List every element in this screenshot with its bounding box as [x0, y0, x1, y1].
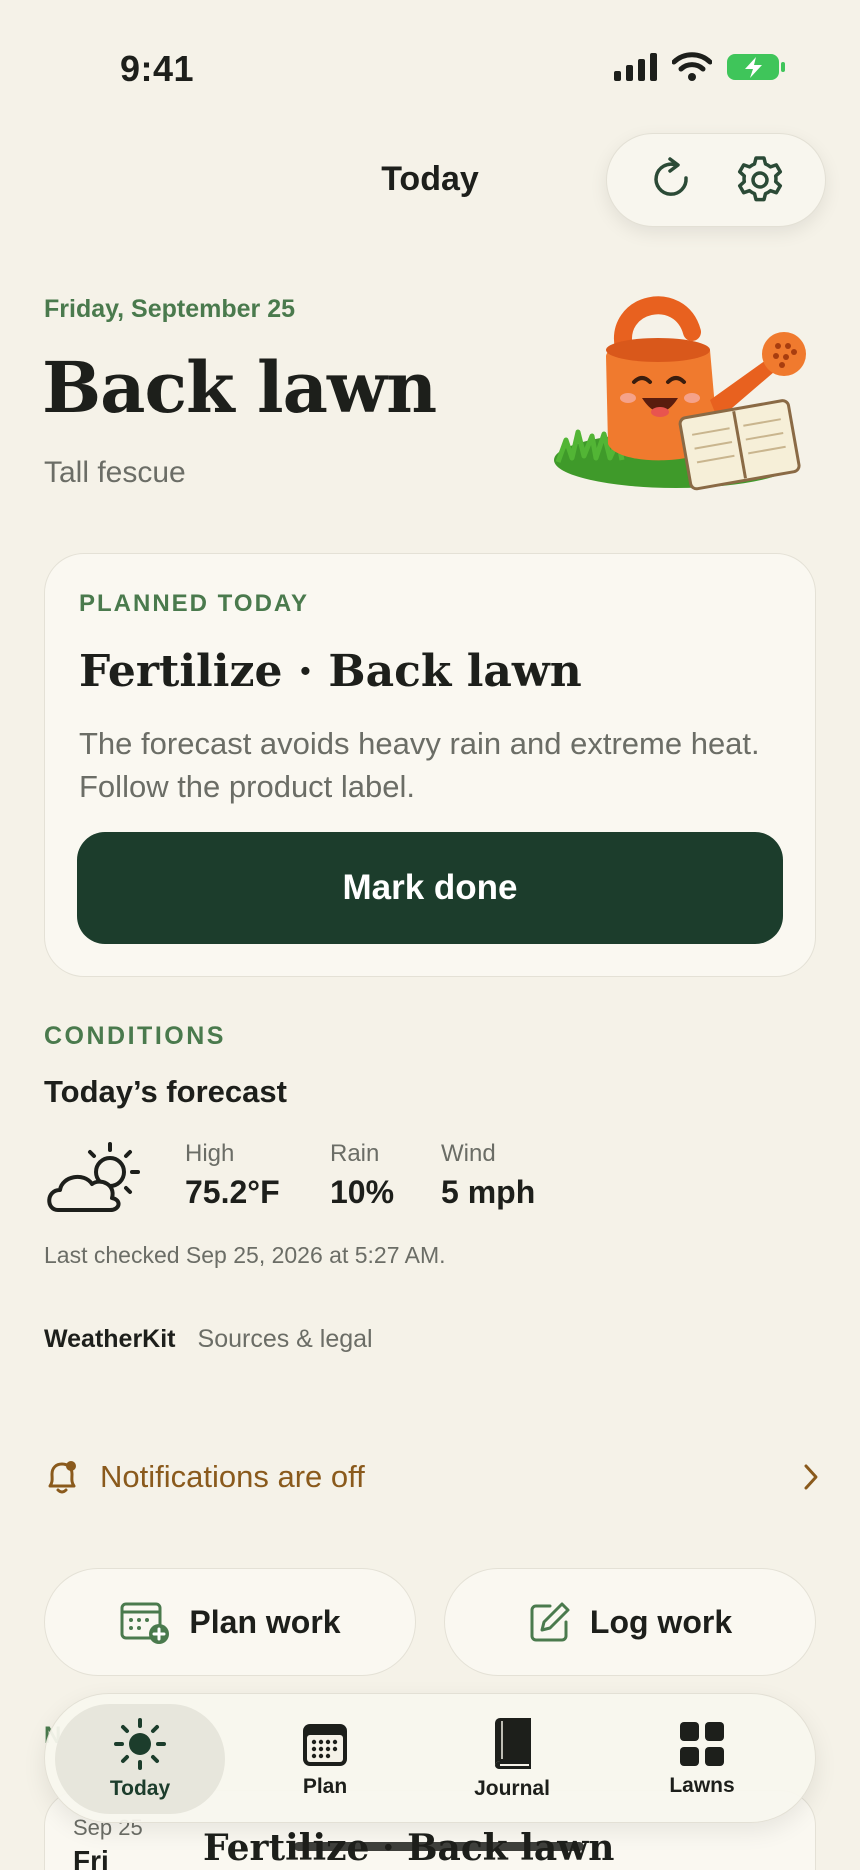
- tab-label: Plan: [302, 1775, 348, 1798]
- settings-button[interactable]: [732, 152, 788, 208]
- planned-task-title: Fertilize · Back lawn: [79, 646, 582, 697]
- watering-can-mascot: [554, 296, 806, 491]
- tab-plan[interactable]: Plan: [240, 1704, 410, 1814]
- wifi-icon: [672, 52, 712, 81]
- planned-today-card: PLANNED TODAY Fertilize · Back lawn The …: [44, 553, 816, 977]
- sources-legal-link[interactable]: Sources & legal: [198, 1325, 373, 1354]
- gear-icon: [737, 156, 782, 202]
- date-label: Friday, September 25: [44, 295, 296, 323]
- plan-work-button[interactable]: Plan work: [44, 1568, 416, 1676]
- edit-note-icon: [530, 1602, 570, 1642]
- metric-label: Wind: [441, 1140, 496, 1167]
- notifications-text: Notifications are off: [100, 1459, 365, 1494]
- tab-journal[interactable]: Journal: [427, 1704, 597, 1814]
- nav-actions: [606, 133, 826, 227]
- partly-cloudy-icon: [47, 1142, 140, 1212]
- weatherkit-label: WeatherKit: [44, 1325, 176, 1353]
- lawn-name: Back lawn: [42, 346, 437, 429]
- tab-label: Journal: [474, 1777, 550, 1800]
- calendar-add-icon: [120, 1602, 170, 1644]
- tab-lawns[interactable]: Lawns: [617, 1704, 787, 1814]
- tab-label: Today: [109, 1777, 171, 1800]
- metric-high: High 75.2°F: [185, 1140, 280, 1211]
- battery-charging-icon: [727, 54, 785, 80]
- bell-badge-icon: [48, 1461, 76, 1494]
- grid-icon: [680, 1722, 724, 1766]
- metric-label: High: [185, 1140, 235, 1167]
- status-bar: 9:41: [0, 0, 860, 130]
- mark-done-button[interactable]: Mark done: [77, 832, 783, 944]
- metric-wind: Wind 5 mph: [441, 1140, 535, 1211]
- home-indicator: [294, 1842, 584, 1851]
- grass-type: Tall fescue: [44, 456, 186, 489]
- sun-icon: [114, 1718, 166, 1770]
- plan-work-label: Plan work: [189, 1603, 341, 1640]
- last-checked-text: Last checked Sep 25, 2026 at 5:27 AM.: [44, 1242, 446, 1268]
- cellular-signal-icon: [614, 53, 657, 81]
- refresh-button[interactable]: [645, 152, 701, 208]
- metric-label: Rain: [330, 1140, 380, 1167]
- metric-value: 75.2°F: [185, 1174, 280, 1210]
- tab-label: Lawns: [669, 1774, 735, 1797]
- tab-today[interactable]: Today: [55, 1704, 225, 1814]
- planned-task-description: The forecast avoids heavy rain and extre…: [79, 726, 760, 804]
- status-time: 9:41: [120, 48, 195, 89]
- refresh-icon: [653, 157, 688, 196]
- metric-rain: Rain 10%: [330, 1140, 394, 1211]
- planned-eyebrow: PLANNED TODAY: [79, 590, 310, 617]
- notifications-off-row[interactable]: Notifications are off: [44, 1452, 824, 1502]
- conditions-eyebrow: CONDITIONS: [44, 1022, 226, 1050]
- metric-value: 5 mph: [441, 1174, 536, 1210]
- chevron-right-icon: [804, 1464, 818, 1490]
- tab-bar: Today Plan Journal Lawns: [44, 1693, 816, 1823]
- log-work-label: Log work: [589, 1603, 733, 1640]
- status-icons: [614, 52, 786, 82]
- metric-value: 10%: [330, 1174, 395, 1210]
- weather-attribution: WeatherKit Sources & legal: [44, 1325, 373, 1354]
- calendar-icon: [303, 1724, 347, 1766]
- book-icon: [495, 1718, 531, 1770]
- upcoming-day: Fri: [73, 1845, 109, 1870]
- forecast-title: Today’s forecast: [44, 1074, 287, 1109]
- log-work-button[interactable]: Log work: [444, 1568, 816, 1676]
